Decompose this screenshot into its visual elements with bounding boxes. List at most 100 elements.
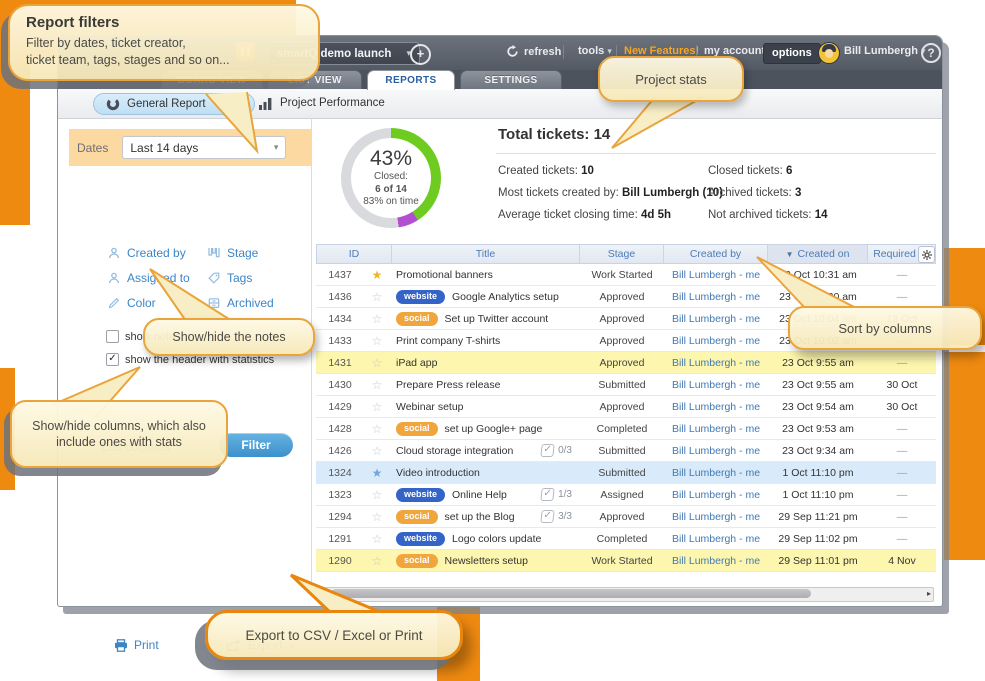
- star-icon[interactable]: ☆: [364, 334, 390, 348]
- dates-label: Dates: [77, 141, 108, 155]
- cell-created-by[interactable]: Bill Lumbergh - me: [664, 533, 768, 545]
- cell-title[interactable]: website Google Analytics setup: [390, 290, 580, 304]
- filter-tags[interactable]: Tags: [208, 271, 252, 285]
- cell-created-by[interactable]: Bill Lumbergh - me: [664, 489, 768, 501]
- general-report-button[interactable]: General Report: [93, 93, 255, 115]
- table-row[interactable]: 1429 ☆ Webinar setup Approved Bill Lumbe…: [316, 396, 936, 418]
- cell-title[interactable]: social set up the Blog ✓ 3/3: [390, 510, 580, 524]
- tab-settings[interactable]: SETTINGS: [460, 70, 562, 90]
- column-header-stage[interactable]: Stage: [579, 245, 663, 263]
- cell-title[interactable]: Webinar setup: [390, 401, 580, 413]
- ticket-title: Prepare Press release: [396, 379, 500, 391]
- cell-created-by[interactable]: Bill Lumbergh - me: [664, 291, 768, 303]
- print-button[interactable]: Print: [114, 638, 159, 652]
- star-icon[interactable]: ☆: [364, 510, 390, 524]
- filter-archived[interactable]: Archived: [208, 296, 274, 310]
- cell-required-by: —: [868, 357, 936, 369]
- project-performance-button[interactable]: Project Performance: [258, 93, 385, 113]
- checkbox-icon: ✓: [106, 330, 119, 343]
- table-row[interactable]: 1324 ★ Video introduction Submitted Bill…: [316, 462, 936, 484]
- table-row[interactable]: 1323 ☆ website Online Help ✓ 1/3 Assigne…: [316, 484, 936, 506]
- star-icon[interactable]: ☆: [364, 356, 390, 370]
- add-project-button[interactable]: +: [410, 44, 431, 65]
- star-icon[interactable]: ☆: [364, 312, 390, 326]
- cell-created-by[interactable]: Bill Lumbergh - me: [664, 423, 768, 435]
- tab-reports[interactable]: REPORTS: [367, 70, 455, 90]
- cell-created-by[interactable]: Bill Lumbergh - me: [664, 357, 768, 369]
- dates-select[interactable]: Last 14 days ▾: [122, 136, 286, 159]
- table-row[interactable]: 1430 ☆ Prepare Press release Submitted B…: [316, 374, 936, 396]
- column-header-created-on[interactable]: ▼ Created on: [767, 245, 867, 263]
- cell-created-by[interactable]: Bill Lumbergh - me: [664, 313, 768, 325]
- table-row[interactable]: 1428 ☆ social set up Google+ page Comple…: [316, 418, 936, 440]
- options-button[interactable]: options: [763, 43, 821, 64]
- star-icon[interactable]: ☆: [364, 488, 390, 502]
- table-row[interactable]: 1290 ☆ social Newsletters setup Work Sta…: [316, 550, 936, 572]
- column-header-created-by[interactable]: Created by: [663, 245, 767, 263]
- star-icon[interactable]: ☆: [364, 444, 390, 458]
- star-icon[interactable]: ★: [364, 268, 390, 282]
- cell-created-on: 29 Sep 11:01 pm: [768, 555, 868, 567]
- filter-assigned-to[interactable]: Assigned to: [108, 271, 190, 285]
- table-row[interactable]: 1426 ☆ Cloud storage integration ✓ 0/3 S…: [316, 440, 936, 462]
- scrollbar-thumb[interactable]: [331, 589, 811, 598]
- cell-created-by[interactable]: Bill Lumbergh - me: [664, 269, 768, 281]
- cell-title[interactable]: social Newsletters setup: [390, 554, 580, 568]
- user-menu[interactable]: Bill Lumbergh ▾: [844, 45, 926, 57]
- cell-created-on: 1 Oct 11:10 pm: [768, 489, 868, 501]
- column-header-id[interactable]: ID: [317, 245, 391, 263]
- cell-stage: Approved: [580, 401, 664, 413]
- cell-title[interactable]: social set up Google+ page: [390, 422, 580, 436]
- star-icon[interactable]: ☆: [364, 554, 390, 568]
- star-icon[interactable]: ☆: [364, 532, 390, 546]
- cell-title[interactable]: social Set up Twitter account: [390, 312, 580, 326]
- table-row[interactable]: 1431 ☆ iPad app Approved Bill Lumbergh -…: [316, 352, 936, 374]
- column-settings-button[interactable]: [918, 246, 935, 263]
- cell-required-by: —: [868, 511, 936, 523]
- avatar[interactable]: [818, 42, 840, 64]
- cell-title[interactable]: Promotional banners: [390, 269, 580, 281]
- star-icon[interactable]: ★: [364, 466, 390, 480]
- cell-created-by[interactable]: Bill Lumbergh - me: [664, 335, 768, 347]
- cell-title[interactable]: Cloud storage integration ✓ 0/3: [390, 444, 580, 457]
- table-row[interactable]: 1294 ☆ social set up the Blog ✓ 3/3 Appr…: [316, 506, 936, 528]
- filter-stage[interactable]: Stage: [208, 246, 258, 260]
- filter-button[interactable]: Filter: [219, 433, 293, 457]
- cell-created-by[interactable]: Bill Lumbergh - me: [664, 445, 768, 457]
- donut-closed-value: 6 of 14: [375, 184, 407, 197]
- star-icon[interactable]: ☆: [364, 290, 390, 304]
- cell-ticket-id: 1436: [316, 291, 364, 303]
- table-row[interactable]: 1291 ☆ website Logo colors update Comple…: [316, 528, 936, 550]
- star-icon[interactable]: ☆: [364, 378, 390, 392]
- horizontal-scrollbar[interactable]: ◂ ▸: [318, 587, 934, 602]
- cell-title[interactable]: Prepare Press release: [390, 379, 580, 391]
- cell-title[interactable]: iPad app: [390, 357, 580, 369]
- star-icon[interactable]: ☆: [364, 422, 390, 436]
- star-icon[interactable]: ☆: [364, 400, 390, 414]
- filter-color[interactable]: Color: [108, 296, 156, 310]
- cell-created-by[interactable]: Bill Lumbergh - me: [664, 401, 768, 413]
- refresh-button[interactable]: refresh: [506, 45, 561, 58]
- cell-title[interactable]: Print company T-shirts: [390, 335, 580, 347]
- table-header-row: ID Title Stage Created by ▼ Created on R…: [316, 244, 936, 264]
- cell-created-by[interactable]: Bill Lumbergh - me: [664, 511, 768, 523]
- cell-created-by[interactable]: Bill Lumbergh - me: [664, 379, 768, 391]
- column-header-title[interactable]: Title: [391, 245, 579, 263]
- cell-stage: Submitted: [580, 445, 664, 457]
- scroll-right-icon[interactable]: ▸: [927, 588, 931, 599]
- cell-stage: Assigned: [580, 489, 664, 501]
- tag-badge: website: [396, 532, 445, 546]
- cell-created-by[interactable]: Bill Lumbergh - me: [664, 555, 768, 567]
- cell-created-by[interactable]: Bill Lumbergh - me: [664, 467, 768, 479]
- cell-ticket-id: 1434: [316, 313, 364, 325]
- filter-created-by[interactable]: Created by: [108, 246, 186, 260]
- table-row[interactable]: 1436 ☆ website Google Analytics setup Ap…: [316, 286, 936, 308]
- table-row[interactable]: 1437 ★ Promotional banners Work Started …: [316, 264, 936, 286]
- tools-menu[interactable]: tools ▾: [578, 45, 612, 57]
- cell-title[interactable]: website Online Help ✓ 1/3: [390, 488, 580, 502]
- scroll-left-icon[interactable]: ◂: [321, 588, 325, 599]
- cell-title[interactable]: Video introduction: [390, 467, 580, 479]
- help-button[interactable]: ?: [921, 43, 941, 63]
- callout-report-filters: Report filters Filter by dates, ticket c…: [8, 4, 320, 81]
- cell-title[interactable]: website Logo colors update: [390, 532, 580, 546]
